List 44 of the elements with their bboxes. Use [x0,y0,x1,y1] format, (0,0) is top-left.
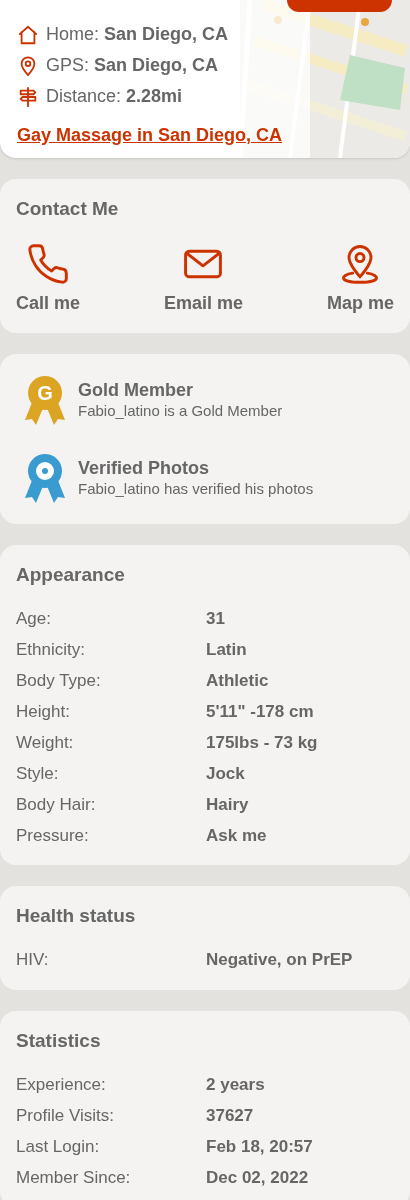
field-value: 31 [206,607,225,630]
field-value: Negative, on PrEP [206,949,353,972]
field-label: Profile Visits: [16,1104,115,1127]
signpost-icon [17,85,39,108]
location-text: Distance: 2.28mi [46,85,183,108]
field-label: Pressure: [16,824,90,847]
field-value: 37627 [206,1104,254,1127]
link[interactable]: Gay Massage in San Diego, CA [17,122,283,149]
phone-icon [26,241,70,286]
field-value: Hairy [206,793,249,816]
badge-description: Fabio_latino has verified his photos [78,478,314,499]
badge-title: Verified Photos [78,456,211,479]
field-label: HIV: [16,949,50,972]
field-label: Member Since: [16,1166,132,1189]
contact-button[interactable]: Call me [16,241,81,317]
location-text: Home: San Diego, CA [46,23,229,46]
contact-button[interactable]: Map me [326,241,394,317]
badge-title: Gold Member [78,378,194,401]
field-label: Ethnicity: [16,638,86,661]
field-value: 175lbs - 73 kg [206,731,318,754]
section-title: Statistics [16,1028,102,1053]
field-label: Age: [16,607,52,630]
field-label: Last Login: [16,1135,101,1158]
section-title: Health status [16,904,137,928]
home-icon [17,23,39,46]
location-text: GPS: San Diego, CA [46,54,219,77]
field-label: Weight: [16,731,75,754]
field-value: Latin [206,638,247,661]
field-value: Jock [206,762,245,785]
field-label: Body Type: [16,669,102,692]
field-label: Style: [16,762,60,785]
field-value: Feb 18, 20:57 [206,1135,313,1158]
contact-button[interactable]: Email me [163,241,243,317]
field-label: Height: [16,700,71,723]
field-value: Dec 02, 2022 [206,1166,309,1189]
section-title: Contact Me [16,197,120,221]
field-value: 2 years [206,1073,265,1096]
badge-description: Fabio_latino is a Gold Member [78,400,283,421]
field-label: Body Hair: [16,793,97,816]
field-value: 5'11" -178 cm [206,700,314,723]
field-value: Athletic [206,669,269,692]
section-title: Appearance [16,562,126,587]
field-value: Ask me [206,824,267,847]
field-label: Experience: [16,1073,107,1096]
